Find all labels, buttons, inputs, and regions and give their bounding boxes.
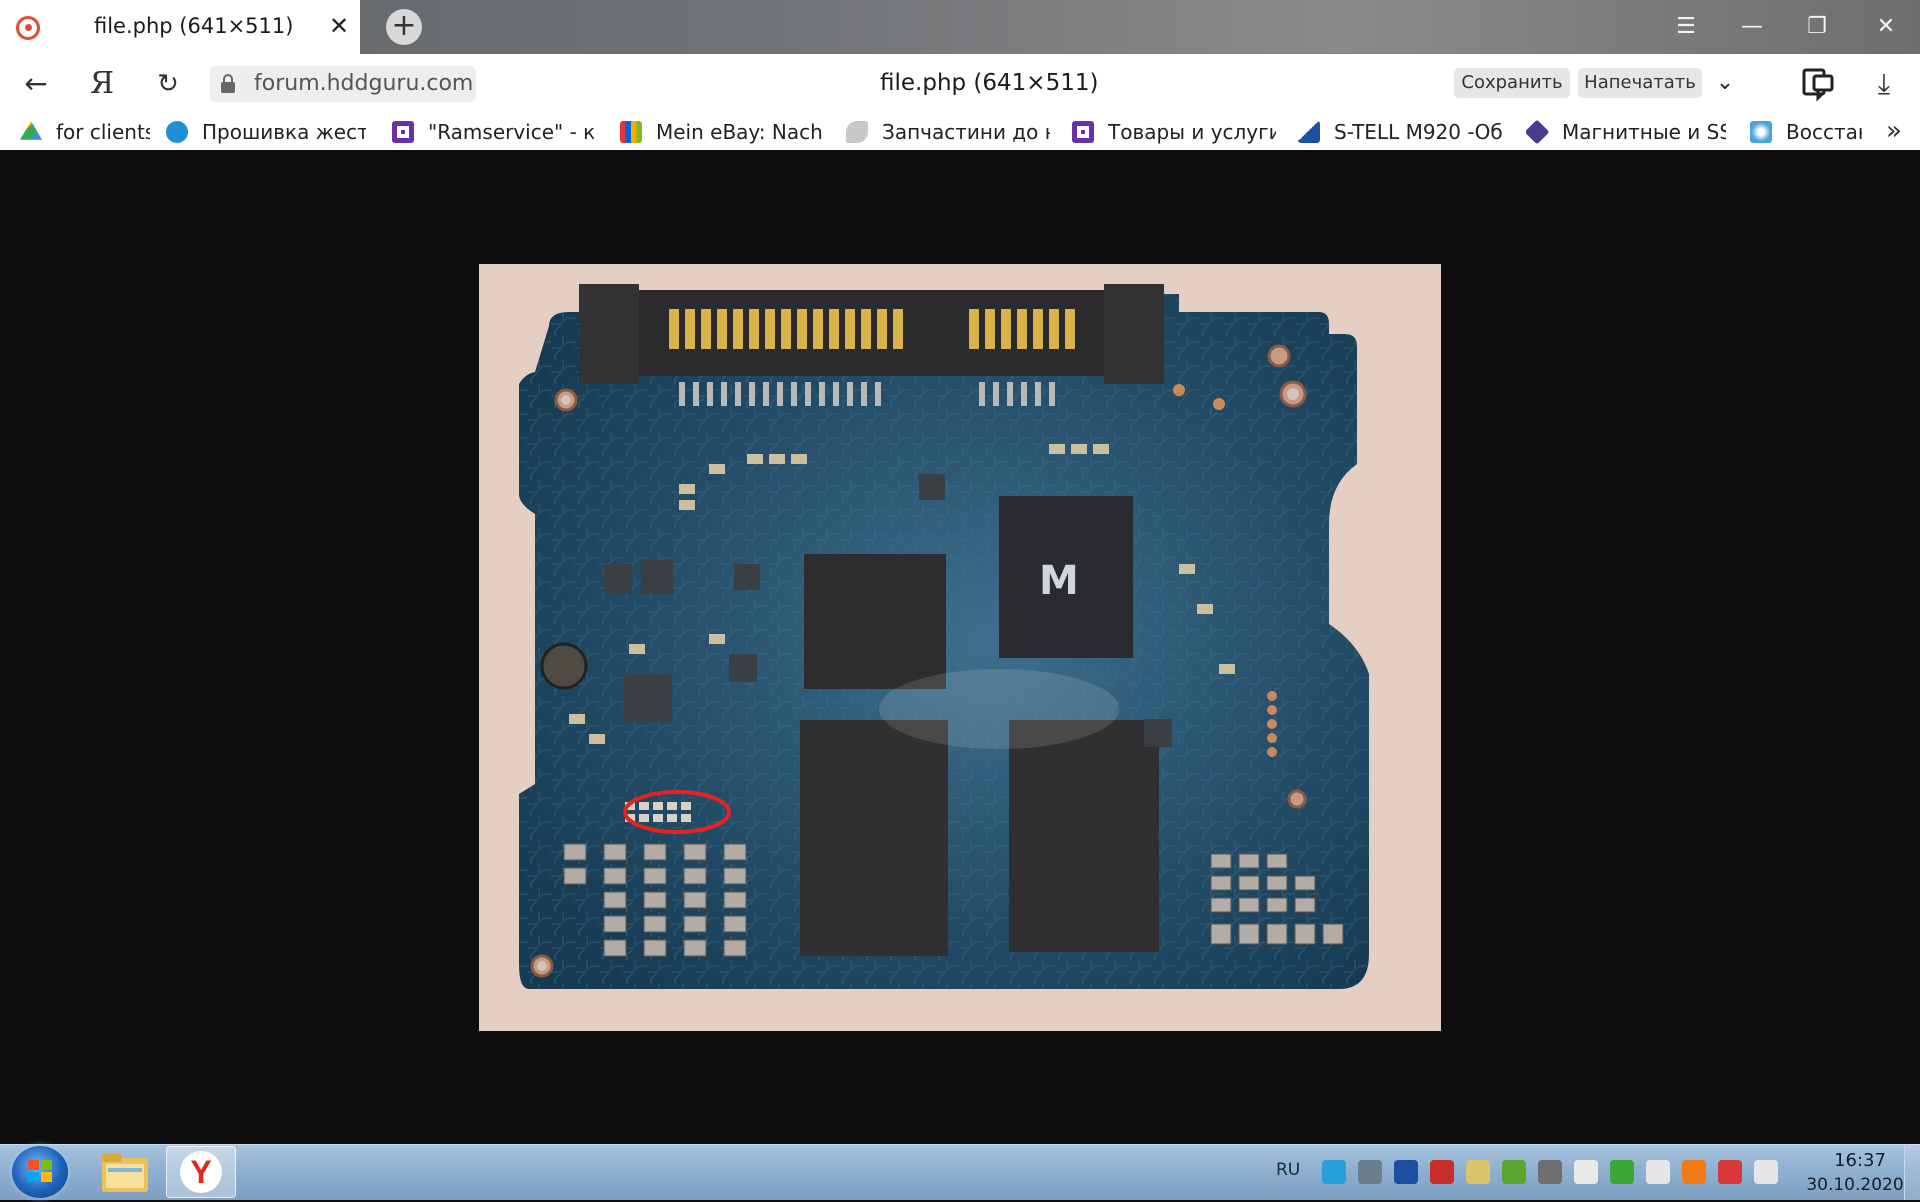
tool-icon[interactable] bbox=[1538, 1160, 1562, 1184]
collections-icon[interactable] bbox=[1800, 66, 1836, 102]
google-drive-icon bbox=[20, 121, 42, 140]
save-button[interactable]: Сохранить bbox=[1454, 68, 1570, 98]
tab-close-icon[interactable]: ✕ bbox=[326, 13, 352, 39]
address-bar: ← Я ↻ forum.hddguru.com file.php (641×51… bbox=[0, 54, 1920, 114]
purple-square-icon bbox=[392, 121, 414, 143]
bookmark-item[interactable]: Mein eBay: Nachric bbox=[620, 118, 824, 146]
bookmark-item[interactable]: for clients bbox=[20, 118, 150, 146]
action-center-icon[interactable] bbox=[1718, 1160, 1742, 1184]
tab-title: file.php (641×511) bbox=[94, 14, 294, 38]
bookmark-item[interactable]: "Ramservice" - кон bbox=[392, 118, 594, 146]
chevron-down-icon[interactable]: ⌄ bbox=[1710, 66, 1740, 100]
back-button[interactable]: ← bbox=[18, 66, 54, 102]
clock-time[interactable]: 16:37 bbox=[1820, 1150, 1900, 1171]
shopping-bag-icon bbox=[620, 121, 642, 143]
bookmark-item[interactable]: Восстан bbox=[1750, 118, 1862, 146]
url-text[interactable]: forum.hddguru.com bbox=[254, 71, 473, 96]
check-icon[interactable] bbox=[1610, 1160, 1634, 1184]
reload-button[interactable]: ↻ bbox=[150, 66, 186, 102]
bookmark-item[interactable]: Магнитные и SSD bbox=[1526, 118, 1726, 146]
browser-menu-icon[interactable]: ☰ bbox=[1666, 12, 1706, 42]
bookmark-item[interactable]: Прошивка жестко bbox=[166, 118, 366, 146]
clock-date[interactable]: 30.10.2020 bbox=[1800, 1175, 1910, 1195]
yandex-browser-icon: Y bbox=[180, 1151, 222, 1193]
page-title: file.php (641×511) bbox=[880, 70, 1099, 96]
start-button[interactable] bbox=[12, 1146, 68, 1198]
tab-active[interactable]: file.php (641×511) ✕ bbox=[0, 0, 360, 54]
yandex-home-button[interactable]: Я bbox=[84, 66, 120, 102]
bookmark-item[interactable]: Товары и услуги. Т bbox=[1072, 118, 1276, 146]
network-tools-icon[interactable] bbox=[1358, 1160, 1382, 1184]
browser-logo-icon bbox=[16, 16, 40, 40]
svg-text:M: M bbox=[1039, 558, 1079, 604]
file-explorer-icon[interactable] bbox=[94, 1148, 156, 1198]
bluetooth-icon[interactable] bbox=[1394, 1160, 1418, 1184]
torrent-icon[interactable] bbox=[1502, 1160, 1526, 1184]
minimize-icon[interactable]: — bbox=[1732, 12, 1772, 42]
diamond-icon bbox=[1526, 119, 1550, 145]
bookmark-item[interactable]: Запчастини до но bbox=[846, 118, 1050, 146]
windows-logo-icon bbox=[28, 1160, 52, 1182]
purple-square-icon bbox=[1072, 121, 1094, 143]
globe-icon bbox=[166, 121, 188, 143]
lock-icon bbox=[221, 74, 235, 93]
maximize-icon[interactable]: ❐ bbox=[1797, 12, 1837, 42]
close-window-icon[interactable]: ✕ bbox=[1866, 12, 1906, 42]
chart-icon bbox=[1298, 121, 1320, 143]
antivirus-icon[interactable] bbox=[1430, 1160, 1454, 1184]
download-icon[interactable]: ⤓ bbox=[1866, 66, 1902, 102]
signal-icon[interactable] bbox=[1754, 1160, 1778, 1184]
new-tab-button[interactable]: + bbox=[386, 9, 422, 45]
show-desktop-button[interactable] bbox=[1904, 1144, 1920, 1200]
disc-icon[interactable] bbox=[1466, 1160, 1490, 1184]
yandex-browser-taskbar-button[interactable]: Y bbox=[166, 1146, 236, 1198]
bookmarks-overflow-icon[interactable]: » bbox=[1880, 118, 1908, 146]
volume-icon[interactable] bbox=[1646, 1160, 1670, 1184]
bookmarks-bar: for clients Прошивка жестко "Ramservice"… bbox=[0, 114, 1920, 150]
ssd-pcb-photo[interactable]: M bbox=[479, 264, 1441, 1031]
bookmark-item[interactable]: S-TELL M920 -Обс bbox=[1298, 118, 1502, 146]
sparkle-icon bbox=[1750, 121, 1772, 143]
telegram-icon[interactable] bbox=[1322, 1160, 1346, 1184]
clipboard-icon[interactable] bbox=[1574, 1160, 1598, 1184]
avast-icon[interactable] bbox=[1682, 1160, 1706, 1184]
print-button[interactable]: Напечатать bbox=[1578, 68, 1702, 98]
bird-icon bbox=[846, 121, 868, 143]
language-indicator[interactable]: RU bbox=[1276, 1160, 1300, 1180]
